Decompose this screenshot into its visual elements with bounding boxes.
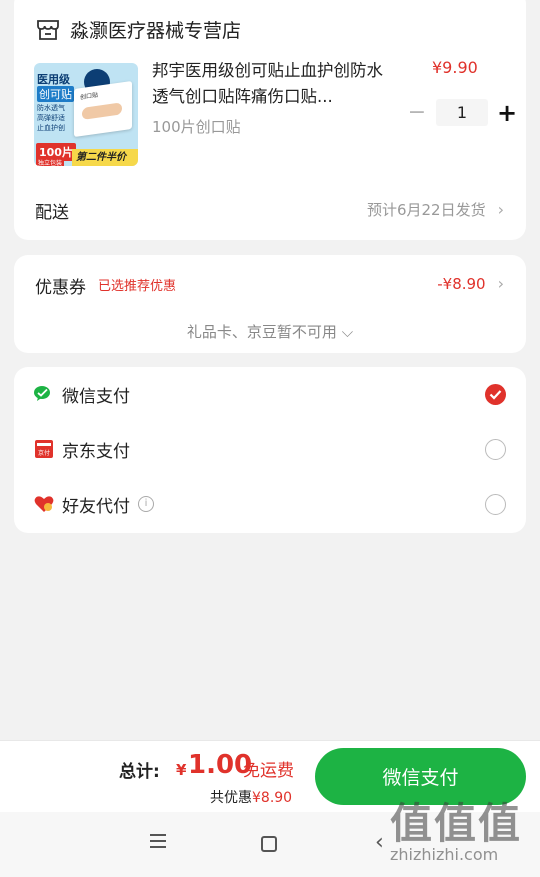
chevron-right-icon: ›: [497, 274, 504, 293]
currency-symbol: ¥: [176, 761, 187, 779]
friend-pay-icon: [34, 496, 54, 512]
watermark-logo: 值值值: [390, 799, 523, 848]
free-shipping-label: 免运费: [243, 761, 294, 781]
back-icon[interactable]: ‹: [375, 830, 384, 855]
decrease-button[interactable]: −: [406, 101, 428, 124]
info-icon[interactable]: i: [138, 496, 154, 512]
payment-label: 微信支付: [62, 386, 130, 407]
radio-unchecked[interactable]: [485, 493, 506, 515]
check-icon: [489, 389, 502, 400]
coupon-label: 优惠券: [35, 278, 86, 298]
discount-prefix: 共优惠: [210, 790, 252, 806]
payment-option-friend[interactable]: 好友代付 i: [34, 489, 506, 519]
jd-pay-icon: 京付: [35, 440, 53, 458]
payment-option-wechat[interactable]: 微信支付: [34, 379, 506, 409]
payment-option-jd[interactable]: 京付 京东支付: [34, 434, 506, 464]
shop-name: 淼灏医疗器械专营店: [70, 20, 242, 42]
product-image-promo: 第二件半价: [72, 149, 138, 166]
quantity-stepper: − 1 +: [406, 99, 518, 126]
delivery-value: 预计6月22日发货: [366, 201, 486, 219]
coupon-row[interactable]: -¥8.90 ›: [437, 274, 504, 293]
product-box: 创口贴: [74, 80, 132, 138]
product-image-count-note: 独立包装: [36, 158, 65, 166]
payment-label: 好友代付: [62, 496, 130, 517]
product-price: ¥9.90: [432, 58, 478, 77]
product-spec[interactable]: 100片创口贴: [152, 116, 241, 137]
coupon-note[interactable]: 礼品卡、京豆暂不可用 ⌵: [14, 321, 526, 342]
svg-text:京付: 京付: [38, 449, 50, 457]
product-image-subtitle: 创可贴: [37, 86, 74, 102]
menu-icon[interactable]: [150, 834, 166, 852]
product-image-title: 医用级: [37, 73, 70, 86]
product-image-features: 防水透气 高弹舒适 止血护创: [37, 104, 65, 132]
payment-card: 微信支付 京付 京东支付 好友代付 i: [14, 367, 526, 533]
product-title[interactable]: 邦宇医用级创可贴止血护创防水透气创口贴阵痛伤口贴...: [152, 58, 392, 110]
discount-line: 共优惠¥8.90: [210, 787, 292, 807]
delivery-label: 配送: [35, 203, 69, 223]
radio-unchecked[interactable]: [485, 438, 506, 460]
delivery-row[interactable]: 预计6月22日发货 ›: [367, 199, 504, 220]
discount-amount: ¥8.90: [252, 790, 293, 806]
quantity-input[interactable]: 1: [436, 99, 488, 126]
total-label: 总计:: [119, 762, 160, 782]
increase-button[interactable]: +: [496, 101, 518, 125]
home-icon[interactable]: [261, 836, 277, 852]
shop-header[interactable]: 淼灏医疗器械专营店: [36, 16, 241, 43]
watermark: 值值值 zhizhizhi.com: [390, 790, 522, 864]
payment-label: 京东支付: [62, 441, 130, 462]
wechat-icon: [34, 386, 50, 401]
product-image[interactable]: 医用级 创可贴 防水透气 高弹舒适 止血护创 创口贴 100片 独立包装 第二件…: [34, 63, 138, 166]
store-icon: [37, 19, 59, 40]
chevron-right-icon: ›: [497, 200, 504, 219]
coupon-tag: 已选推荐优惠: [98, 279, 177, 294]
coupon-card: 优惠券 已选推荐优惠 -¥8.90 › 礼品卡、京豆暂不可用 ⌵: [14, 255, 526, 353]
radio-checked[interactable]: [485, 383, 506, 405]
coupon-amount: -¥8.90: [437, 274, 486, 293]
order-card: 淼灏医疗器械专营店 医用级 创可贴 防水透气 高弹舒适 止血护创 创口贴 100…: [14, 0, 526, 240]
